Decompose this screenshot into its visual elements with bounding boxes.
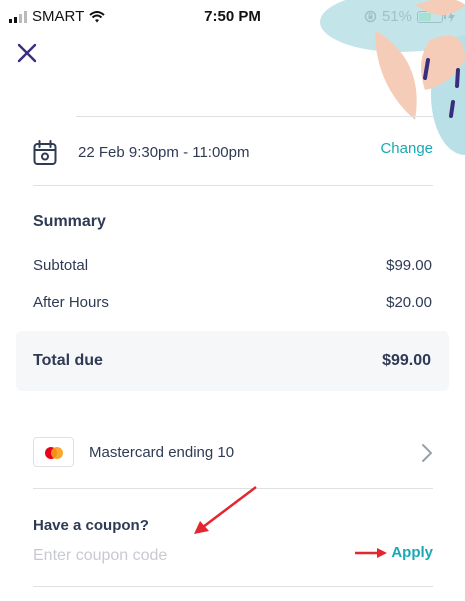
coupon-title: Have a coupon? (33, 517, 149, 534)
total-due-box: Total due $99.00 (16, 331, 449, 391)
orientation-lock-icon (364, 10, 377, 23)
close-button[interactable] (12, 38, 42, 68)
line-amount: $99.00 (386, 257, 432, 274)
divider (76, 116, 433, 117)
summary-line-after-hours: After Hours $20.00 (33, 294, 432, 311)
line-amount: $20.00 (386, 294, 432, 311)
coupon-code-input[interactable] (33, 543, 333, 569)
booking-datetime: 22 Feb 9:30pm - 11:00pm (78, 144, 250, 161)
divider (33, 185, 433, 186)
battery-icon (417, 10, 446, 23)
chevron-right-icon (422, 444, 432, 462)
summary-line-subtotal: Subtotal $99.00 (33, 257, 432, 274)
annotation-arrowhead (377, 548, 387, 558)
close-x-icon (17, 43, 37, 63)
divider (33, 488, 433, 489)
mastercard-icon (33, 437, 74, 467)
status-bar: SMART 7:50 PM 51% (0, 0, 465, 34)
total-due-amount: $99.00 (382, 352, 431, 369)
summary-title: Summary (33, 213, 106, 230)
line-label: Subtotal (33, 257, 89, 274)
calendar-icon (33, 140, 57, 165)
annotation-arrowhead (194, 521, 209, 534)
payment-method-row[interactable]: Mastercard ending 10 (33, 435, 433, 471)
battery-percent: 51% (381, 8, 412, 25)
change-datetime-link[interactable]: Change (380, 140, 433, 157)
annotation-arrow (202, 486, 257, 528)
charging-bolt-icon (448, 10, 455, 23)
line-label: After Hours (33, 294, 109, 311)
payment-card-label: Mastercard ending 10 (89, 444, 235, 461)
apply-coupon-button[interactable]: Apply (391, 544, 433, 561)
booking-datetime-row: 22 Feb 9:30pm - 11:00pm Change (33, 136, 433, 170)
divider (33, 586, 433, 587)
total-due-label: Total due (33, 352, 103, 369)
status-right: 51% (364, 8, 455, 25)
